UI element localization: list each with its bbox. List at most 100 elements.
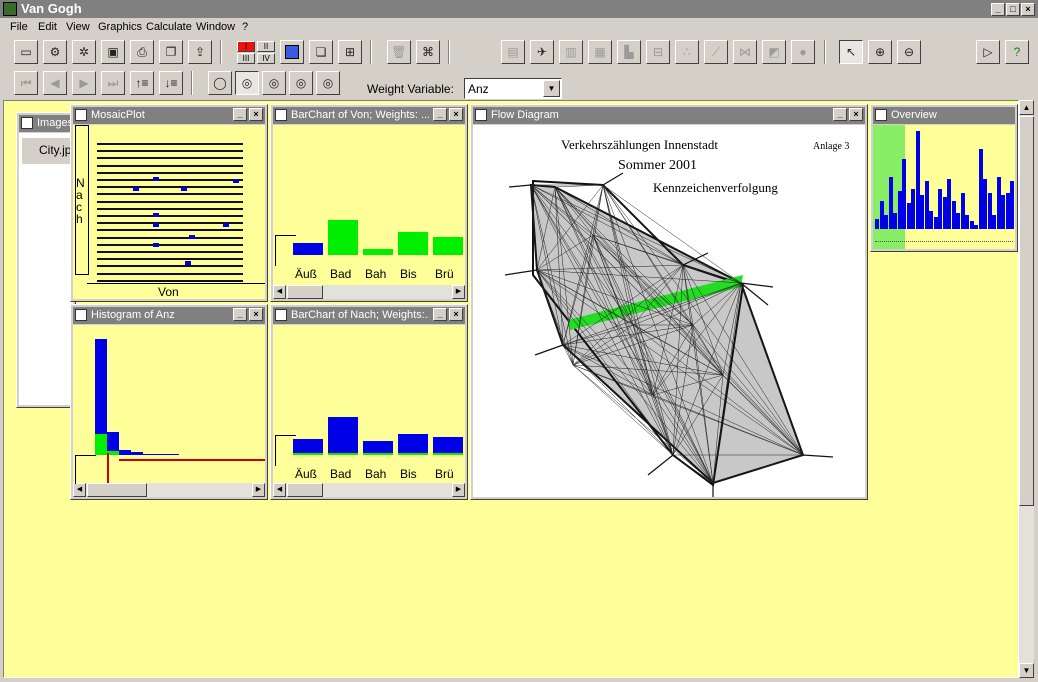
scroll-up-icon[interactable]: ▲ xyxy=(1019,100,1034,115)
histogram-bin[interactable] xyxy=(167,454,179,455)
maximize-button[interactable]: □ xyxy=(1006,3,1020,16)
barchart-nach-window[interactable]: BarChart of Nach; Weights:... _ × ◀ ▶ Äuß… xyxy=(270,304,468,500)
workspace-scrollbar[interactable]: ▲ ▼ xyxy=(1019,100,1034,678)
bar[interactable] xyxy=(398,434,428,455)
chevron-down-icon[interactable]: ▼ xyxy=(543,80,560,97)
puzzle-icon[interactable]: ◩ xyxy=(762,40,786,64)
brush-mode-3-button[interactable]: III xyxy=(237,53,255,64)
window-minimize-button[interactable]: _ xyxy=(433,308,447,321)
window-minimize-button[interactable]: _ xyxy=(233,108,247,121)
link-icon[interactable]: ⌘ xyxy=(416,40,440,64)
histogram-plot[interactable]: ◀ ▶ xyxy=(73,325,265,497)
bar[interactable] xyxy=(328,417,358,455)
menu-calculate[interactable]: Calculate xyxy=(146,21,192,33)
mosaic-row xyxy=(97,143,243,145)
boxplot-icon[interactable]: ⊟ xyxy=(646,40,670,64)
overview-bar xyxy=(938,189,942,229)
barchart-icon[interactable]: ▥ xyxy=(559,40,583,64)
histogram-bin[interactable] xyxy=(155,454,167,455)
scatter-icon[interactable]: ∴ xyxy=(675,40,699,64)
minimize-button[interactable]: _ xyxy=(991,3,1005,16)
window-minimize-button[interactable]: _ xyxy=(433,108,447,121)
table-icon[interactable]: ▤ xyxy=(501,40,525,64)
sort-asc-icon[interactable]: ↑≡ xyxy=(130,71,154,95)
scroll-down-icon[interactable]: ▼ xyxy=(1019,663,1034,678)
circle-icon[interactable]: ● xyxy=(791,40,815,64)
save-icon[interactable]: ▣ xyxy=(101,40,125,64)
overview-bar xyxy=(920,195,924,229)
cutoff-line xyxy=(119,459,265,461)
mosaic-icon[interactable]: ▦ xyxy=(588,40,612,64)
gear-icon[interactable]: ✲ xyxy=(72,40,96,64)
ellipse-icon[interactable]: ◯ xyxy=(208,71,232,95)
menu-edit[interactable]: Edit xyxy=(38,21,57,33)
flow-diagram-map[interactable]: Verkehrszählungen Innenstadt Anlage 3 So… xyxy=(473,125,865,497)
window-minimize-button[interactable]: _ xyxy=(833,108,847,121)
histogram-bin[interactable] xyxy=(143,454,155,455)
histogram-icon[interactable]: ▙ xyxy=(617,40,641,64)
window-close-button[interactable]: × xyxy=(449,108,463,121)
barchart-nach-plot[interactable]: ◀ ▶ Äuß Bad Bah Bis Brü xyxy=(273,325,465,497)
zoom-in-icon[interactable]: ⊕ xyxy=(868,40,892,64)
overview-plot[interactable] xyxy=(873,125,1015,249)
open-icon[interactable]: ▭ xyxy=(14,40,38,64)
barchart-von-plot[interactable]: ◀ ▶ Äuß Bad Bah Bis Brü xyxy=(273,125,465,299)
last-icon[interactable]: ⏭ xyxy=(101,71,125,95)
close-button[interactable]: × xyxy=(1021,3,1035,16)
trash-icon[interactable]: 🗑 xyxy=(387,40,411,64)
plane-icon[interactable]: ✈ xyxy=(530,40,554,64)
prev-icon[interactable]: ◀ xyxy=(43,71,67,95)
sort-desc-icon[interactable]: ↓≡ xyxy=(159,71,183,95)
overview-window[interactable]: Overview xyxy=(870,104,1018,252)
settings-icon[interactable]: ⚙ xyxy=(43,40,67,64)
images-window[interactable]: Images City.jpg xyxy=(16,112,76,408)
histogram-window[interactable]: Histogram of Anz _ × ◀ ▶ xyxy=(70,304,268,500)
mosaic-window[interactable]: MosaicPlot _ × N a c h Von xyxy=(70,104,268,302)
menu-file[interactable]: File xyxy=(10,21,28,33)
bar[interactable] xyxy=(293,243,323,255)
mosaic-row xyxy=(97,193,243,196)
print-icon[interactable]: ⎙ xyxy=(130,40,154,64)
image-list-item[interactable]: City.jpg xyxy=(39,143,73,157)
mosaic-row xyxy=(97,171,243,174)
brush-mode-2-button[interactable]: II xyxy=(257,41,275,52)
barchart-von-window[interactable]: BarChart of Von; Weights: ... _ × ◀ ▶ Äuß… xyxy=(270,104,468,302)
windows-icon[interactable]: ❏ xyxy=(309,40,333,64)
window-close-button[interactable]: × xyxy=(849,108,863,121)
next-icon[interactable]: ▷ xyxy=(976,40,1000,64)
first-icon[interactable]: ⏮ xyxy=(14,71,38,95)
menu-view[interactable]: View xyxy=(66,21,90,33)
window-close-button[interactable]: × xyxy=(449,308,463,321)
ellipse-or-icon[interactable]: ◎ xyxy=(262,71,286,95)
zoom-out-icon[interactable]: ⊖ xyxy=(897,40,921,64)
mosaic-cell-highlight xyxy=(153,213,159,217)
export-icon[interactable]: ⇪ xyxy=(188,40,212,64)
weight-variable-select[interactable]: Anz ▼ xyxy=(464,78,562,99)
scroll-thumb[interactable] xyxy=(1019,116,1034,506)
square-icon[interactable] xyxy=(280,40,304,64)
mosaic-plot[interactable]: N a c h Von xyxy=(73,125,265,299)
menu-graphics[interactable]: Graphics xyxy=(98,21,142,33)
lineplot-icon[interactable]: ⟋ xyxy=(704,40,728,64)
flow-diagram-window[interactable]: Flow Diagram _ × Verkehrszählungen Innen… xyxy=(470,104,868,500)
parallel-icon[interactable]: ⋈ xyxy=(733,40,757,64)
pointer-icon[interactable]: ↖ xyxy=(839,40,863,64)
next-step-icon[interactable]: ▶ xyxy=(72,71,96,95)
ellipse-select-icon[interactable]: ◎ xyxy=(235,71,259,95)
brush-mode-1-button[interactable]: I xyxy=(237,41,255,52)
ellipse-xor-icon[interactable]: ◎ xyxy=(316,71,340,95)
grid-icon[interactable]: ⊞ xyxy=(338,40,362,64)
histogram-bin[interactable] xyxy=(119,450,131,455)
help-icon[interactable]: ? xyxy=(1005,40,1029,64)
histogram-bin[interactable] xyxy=(131,452,143,455)
copy-icon[interactable]: ❐ xyxy=(159,40,183,64)
window-close-button[interactable]: × xyxy=(249,308,263,321)
brush-mode-4-button[interactable]: IV xyxy=(257,53,275,64)
window-minimize-button[interactable]: _ xyxy=(233,308,247,321)
ellipse-and-icon[interactable]: ◎ xyxy=(289,71,313,95)
mosaic-row xyxy=(97,272,243,275)
mosaic-icon xyxy=(75,109,87,121)
window-close-button[interactable]: × xyxy=(249,108,263,121)
menu-window[interactable]: Window xyxy=(196,21,235,33)
menu-help[interactable]: ? xyxy=(242,21,248,33)
